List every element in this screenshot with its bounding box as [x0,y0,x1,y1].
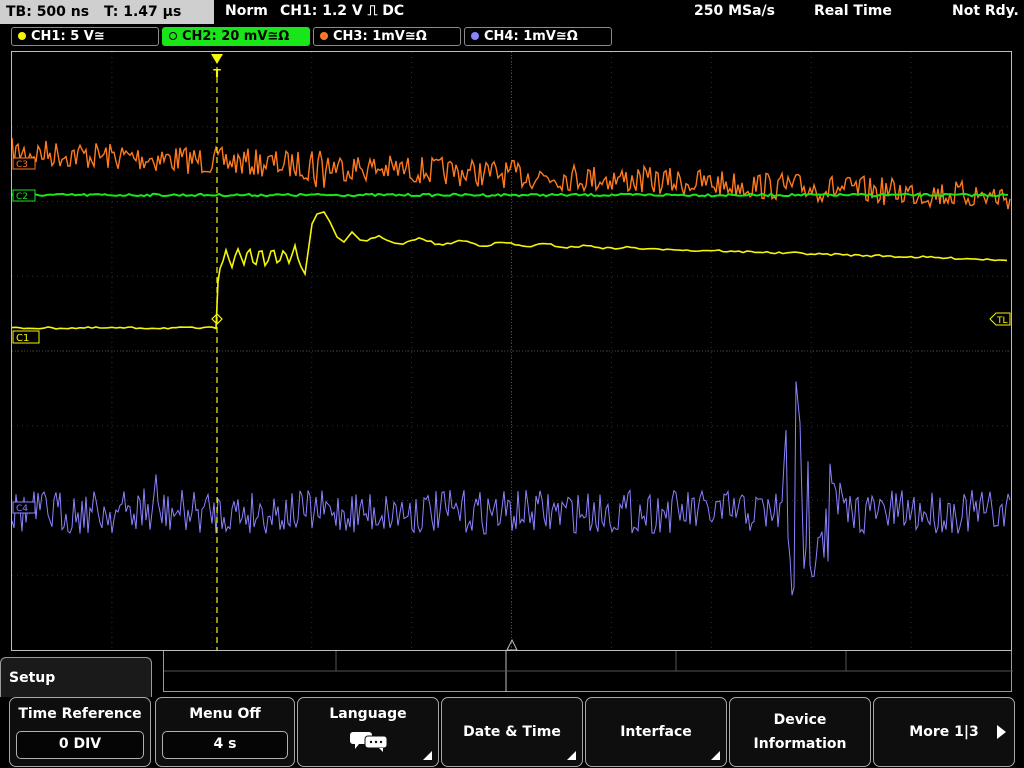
channel-tab-ch1[interactable]: CH1: 5 V≅ [11,27,159,46]
sample-rate: 250 MSa/s [694,3,776,19]
graticule [12,52,1011,650]
ch1-marker-label: C1 [16,333,29,344]
device-information-softkey[interactable]: Device Information [729,697,871,767]
timebase-box[interactable]: TB: 500 ns T: 1.47 µs [0,0,214,24]
ch3-color-icon [320,32,328,40]
ch1-color-icon [18,32,26,40]
time-reference-value: 0 DIV [16,731,144,759]
channel-tab-ch3[interactable]: CH3: 1mV≅Ω [313,27,461,46]
ch2-marker-label: C2 [16,192,28,202]
ch3-reference-marker[interactable]: C3 [12,157,36,170]
interface-label: Interface [620,724,692,740]
language-label: Language [329,706,407,722]
ch4-label: CH4: 1mV≅Ω [484,29,578,44]
menu-corner-icon [567,751,576,760]
ch4-marker-label: C4 [16,504,28,514]
time-reference-softkey[interactable]: Time Reference 0 DIV [9,697,151,767]
zoom-grid [164,651,1013,692]
trigger-level-label: TL [996,316,1008,326]
ch2-reference-marker[interactable]: C2 [12,189,36,202]
ch2-label: CH2: 20 mV≅Ω [182,29,290,44]
zoom-overview-strip[interactable] [163,651,1013,692]
waveform-canvas: T C3 C2 C1 C4 TL [12,52,1011,650]
ch3-marker-label: C3 [16,160,28,170]
ch4-trace [12,381,1011,596]
interface-softkey[interactable]: Interface [585,697,727,767]
ch2-trace [12,192,1009,198]
menu-title: Setup [9,670,56,686]
trigger-source[interactable]: CH1: 1.2 V ⎍ DC [280,0,404,24]
acquisition-state: Not Rdy. [952,3,1019,19]
ch1-reference-marker[interactable]: C1 [12,330,40,344]
device-information-label: Device Information [753,712,847,752]
trigger-arrow-icon [211,54,223,64]
menu-corner-icon [423,751,432,760]
next-page-icon [997,725,1006,739]
horizontal-position-marker-icon[interactable] [506,638,518,650]
trigger-time-readout: T: 1.47 µs [103,4,182,20]
trigger-mode[interactable]: Norm [225,0,268,24]
waveform-display[interactable]: T C3 C2 C1 C4 TL [11,51,1012,651]
channel-tab-ch4[interactable]: CH4: 1mV≅Ω [464,27,612,46]
status-bar: TB: 500 ns T: 1.47 µs Norm CH1: 1.2 V ⎍ … [0,0,1024,24]
trigger-marker-label: T [213,67,221,80]
menu-off-label: Menu Off [189,706,261,722]
menu-title-tab: Setup [0,657,152,697]
more-softkey[interactable]: More 1|3 [873,697,1015,767]
ch1-trace [12,211,1008,330]
date-time-label: Date & Time [463,724,561,740]
more-label: More 1|3 [909,724,979,740]
acquisition-mode: Real Time [814,3,892,19]
language-softkey[interactable]: Language [297,697,439,767]
trigger-position-marker[interactable]: T [211,54,223,80]
trigger-level-marker[interactable]: TL [989,312,1011,326]
timebase-readout: TB: 500 ns [6,4,90,20]
ch1-label: CH1: 5 V≅ [31,29,105,44]
date-time-softkey[interactable]: Date & Time [441,697,583,767]
menu-corner-icon [711,751,720,760]
ch2-color-icon [169,32,177,40]
time-reference-label: Time Reference [18,706,142,722]
ch4-reference-marker[interactable]: C4 [12,501,36,514]
ch3-label: CH3: 1mV≅Ω [333,29,427,44]
ch4-color-icon [471,32,479,40]
speech-bubbles-icon [350,732,388,752]
menu-off-softkey[interactable]: Menu Off 4 s [155,697,295,767]
menu-off-value: 4 s [162,731,288,759]
channel-tab-ch2[interactable]: CH2: 20 mV≅Ω [162,27,310,46]
